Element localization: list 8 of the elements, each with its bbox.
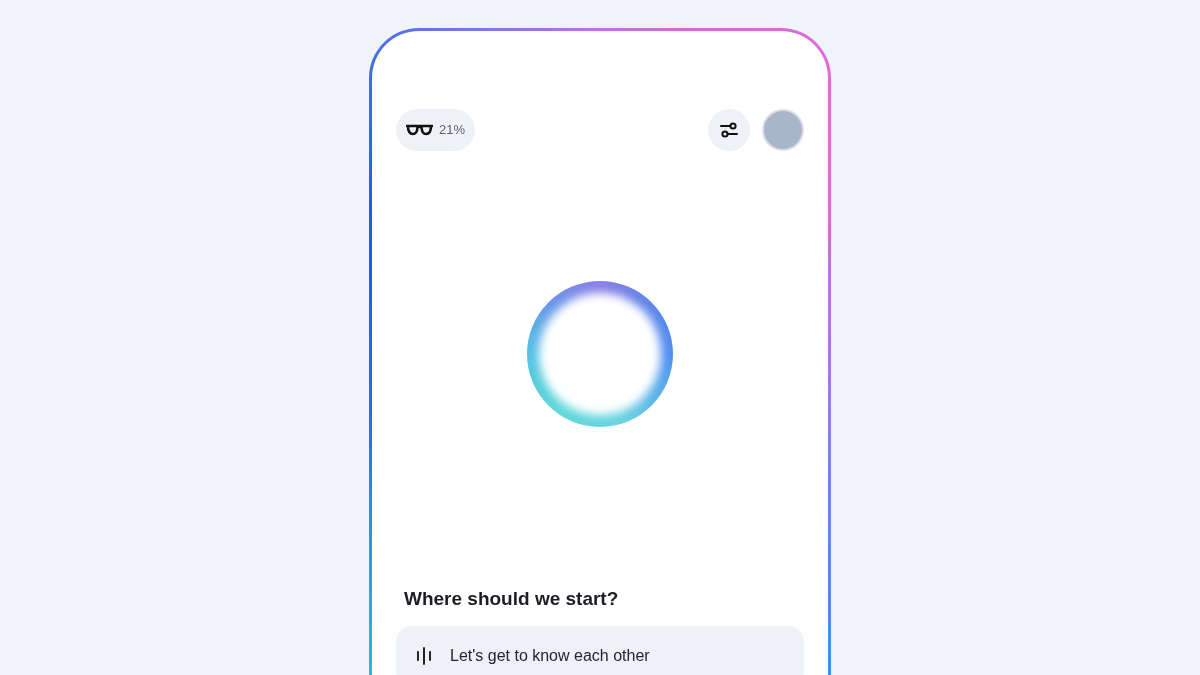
sliders-icon	[719, 122, 739, 138]
battery-percentage: 21%	[439, 121, 466, 140]
glasses-icon	[406, 124, 433, 136]
glasses-battery-badge[interactable]: 21%	[396, 109, 476, 151]
settings-button[interactable]	[708, 109, 750, 151]
prompt-heading: Where should we start?	[404, 587, 620, 611]
waveform-icon	[416, 646, 432, 665]
suggestion-option[interactable]: Let's get to know each other	[396, 625, 804, 675]
